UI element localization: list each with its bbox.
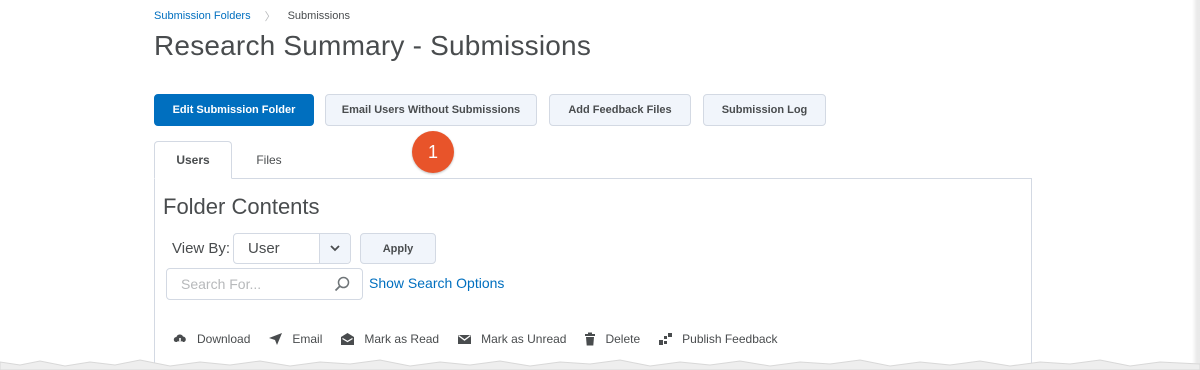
publish-icon — [659, 333, 673, 345]
publish-feedback-label: Publish Feedback — [682, 332, 778, 346]
page-title: Research Summary - Submissions — [154, 30, 592, 61]
folder-contents-heading: Folder Contents — [163, 194, 320, 219]
show-search-options-link[interactable]: Show Search Options — [369, 275, 504, 291]
mark-as-unread-label: Mark as Unread — [481, 332, 567, 346]
tab-files[interactable]: Files — [232, 141, 306, 179]
breadcrumb-current: Submissions — [287, 10, 350, 22]
chevron-right-icon: 〉 — [264, 11, 276, 23]
mail-open-icon — [341, 333, 355, 345]
chevron-down-icon[interactable] — [319, 234, 350, 263]
search-field — [166, 268, 363, 300]
mark-as-read-label: Mark as Read — [364, 332, 440, 346]
delete-action[interactable]: Delete — [584, 332, 640, 346]
email-users-without-submissions-button[interactable]: Email Users Without Submissions — [325, 94, 537, 126]
torn-edge-right — [1192, 0, 1200, 370]
page: Submission Folders 〉 Submissions Researc… — [0, 0, 1200, 370]
email-action[interactable]: Email — [268, 332, 322, 346]
breadcrumb-link-submission-folders[interactable]: Submission Folders — [154, 10, 251, 22]
trash-icon — [585, 332, 596, 346]
send-icon — [269, 333, 283, 345]
breadcrumb: Submission Folders 〉 Submissions — [154, 8, 350, 24]
callout-marker: 1 — [412, 131, 454, 173]
bulk-actions-bar: Download Email Mark as Read Mark as Unre… — [172, 332, 796, 346]
download-action[interactable]: Download — [172, 332, 250, 346]
download-icon — [173, 334, 186, 346]
edit-submission-folder-button[interactable]: Edit Submission Folder — [154, 94, 314, 126]
mail-icon — [458, 334, 472, 344]
tab-users[interactable]: Users — [154, 141, 232, 179]
view-by-value: User — [248, 240, 280, 257]
search-icon[interactable] — [334, 276, 350, 297]
apply-button[interactable]: Apply — [360, 233, 436, 264]
download-label: Download — [197, 332, 251, 346]
view-by-select[interactable]: User — [233, 233, 351, 264]
publish-feedback-action[interactable]: Publish Feedback — [658, 332, 778, 346]
mark-as-unread-action[interactable]: Mark as Unread — [457, 332, 566, 346]
delete-label: Delete — [605, 332, 641, 346]
view-by-label: View By: — [172, 240, 231, 257]
mark-as-read-action[interactable]: Mark as Read — [340, 332, 439, 346]
submission-log-button[interactable]: Submission Log — [703, 94, 826, 126]
add-feedback-files-button[interactable]: Add Feedback Files — [549, 94, 691, 126]
search-input[interactable] — [181, 276, 321, 292]
email-label: Email — [292, 332, 323, 346]
torn-edge-bottom — [0, 359, 1200, 370]
